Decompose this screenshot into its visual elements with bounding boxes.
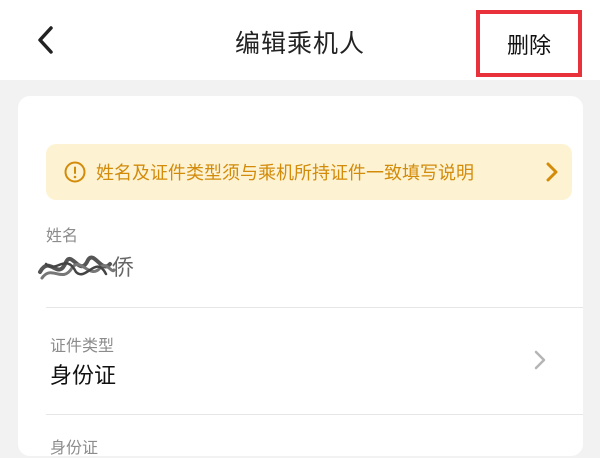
passenger-form-card: 姓名及证件类型须与乘机所持证件一致填写说明 姓名 侨 证件类型 身份证 身份证	[18, 96, 583, 457]
id-type-value: 身份证	[50, 364, 117, 389]
id-number-label: 身份证	[50, 438, 99, 457]
top-nav-bar: 编辑乘机人 删除	[0, 0, 600, 80]
chevron-right-icon	[534, 350, 546, 370]
name-field-label: 姓名	[46, 226, 79, 245]
redaction-scribble	[38, 255, 116, 280]
name-field-value[interactable]: 侨	[38, 244, 546, 286]
id-type-label: 证件类型	[50, 336, 115, 355]
notice-text: 姓名及证件类型须与乘机所持证件一致填写说明	[96, 163, 474, 184]
name-value-visible-char: 侨	[112, 256, 135, 281]
info-icon	[64, 161, 86, 183]
name-id-notice-banner[interactable]: 姓名及证件类型须与乘机所持证件一致填写说明	[46, 144, 572, 200]
divider	[46, 414, 583, 415]
chevron-right-icon	[546, 162, 558, 182]
id-type-row[interactable]: 证件类型 身份证	[18, 308, 583, 414]
delete-button[interactable]: 删除	[476, 10, 582, 77]
